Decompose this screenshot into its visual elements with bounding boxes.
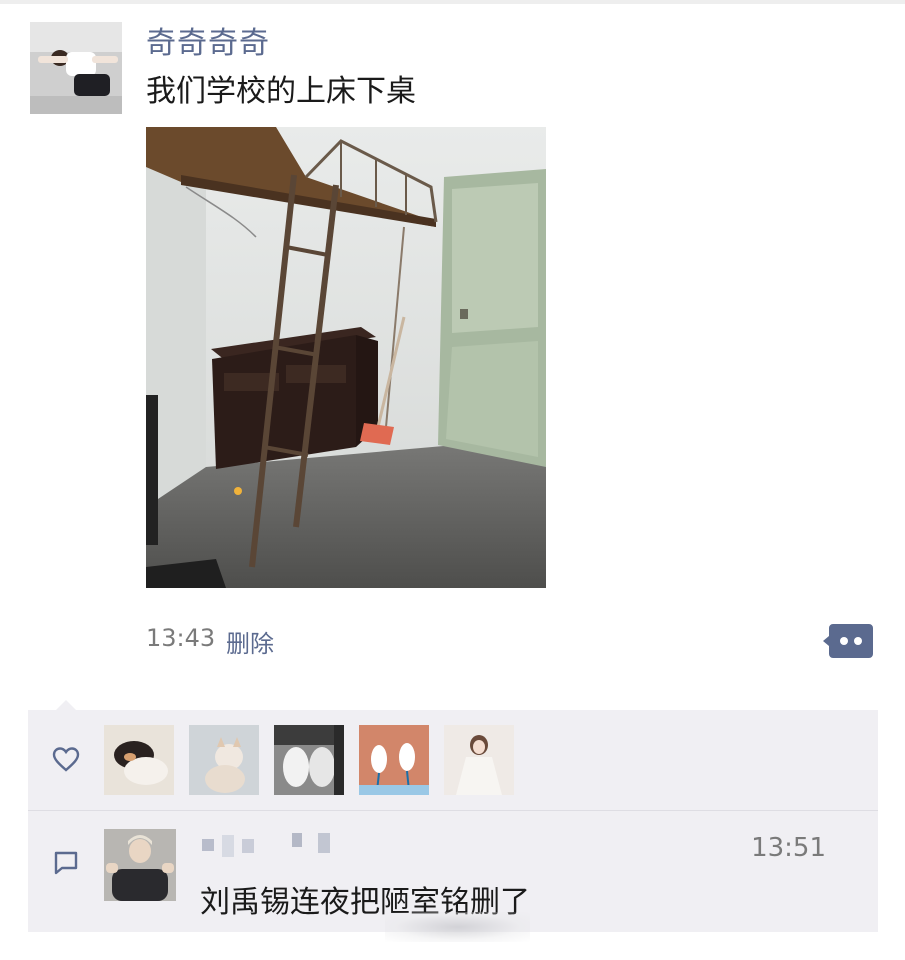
- comment-icon: [52, 849, 80, 877]
- commenter-avatar[interactable]: [104, 829, 176, 901]
- liker-avatar[interactable]: [104, 725, 174, 795]
- post-photo[interactable]: [146, 127, 546, 588]
- liker-avatar[interactable]: [274, 725, 344, 795]
- top-divider: [0, 0, 905, 4]
- liker-avatar[interactable]: [359, 725, 429, 795]
- panel-caret: [56, 700, 76, 710]
- more-actions-button[interactable]: [823, 624, 873, 658]
- author-name[interactable]: 奇奇奇奇: [146, 18, 270, 62]
- post-text: 我们学校的上床下桌: [146, 74, 416, 109]
- likes-row: [28, 710, 878, 810]
- delete-link[interactable]: 删除: [226, 624, 274, 659]
- liker-avatar[interactable]: [444, 725, 514, 795]
- commenter-name-redacted[interactable]: [200, 833, 340, 859]
- liker-avatar[interactable]: [189, 725, 259, 795]
- heart-icon: [52, 746, 80, 774]
- author-avatar[interactable]: [30, 22, 122, 114]
- more-dots-icon: [823, 624, 873, 658]
- watermark-blur: [385, 912, 530, 942]
- comment-time: 13:51: [751, 833, 826, 863]
- post-time: 13:43: [146, 624, 216, 652]
